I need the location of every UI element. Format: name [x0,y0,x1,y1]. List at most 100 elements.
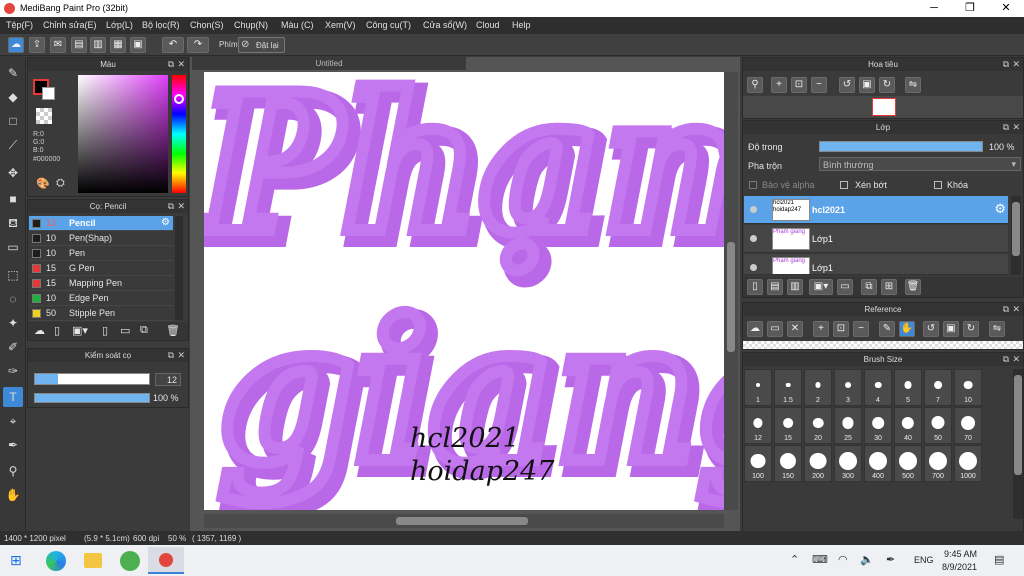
edge-browser-icon[interactable] [46,551,66,571]
undock-icon[interactable]: ⧉ [168,349,174,362]
eraser-tool-icon[interactable]: ◆ [3,87,23,107]
visibility-eye-icon[interactable] [750,206,757,213]
lock-checkbox[interactable] [934,181,942,189]
select-pen-tool-icon[interactable]: ✐ [3,337,23,357]
hand-icon[interactable]: ✋ [899,321,915,337]
pen-curve-tool-icon[interactable]: ⟋ [3,135,23,155]
brush-size-cell[interactable]: 10 [954,369,982,406]
menu-edit[interactable]: Chỉnh sửa(E) [43,20,97,30]
undock-icon[interactable]: ⧉ [1003,58,1009,71]
add-layer-dropdown-icon[interactable]: ▣▾ [809,279,833,295]
menu-tools[interactable]: Công cụ(T) [366,20,411,30]
zoom-in-icon[interactable]: + [771,77,787,93]
keyboard-icon[interactable]: ⌨ [812,553,828,566]
menu-view[interactable]: Xem(V) [325,20,356,30]
clipping-checkbox[interactable] [840,181,848,189]
close-icon[interactable]: ✕ [177,58,185,71]
trash-icon[interactable]: 🗑 [905,279,921,295]
pen-icon[interactable]: ✒ [886,553,895,566]
duplicate-layer-icon[interactable]: ⧉ [861,279,877,295]
close-icon[interactable]: ✕ [177,349,185,362]
settings-gear-icon[interactable]: ⚙ [161,217,170,228]
layer-row[interactable]: Phạm giang Lớp1 [744,225,1008,253]
navigator-preview[interactable] [743,96,1023,118]
text-tool-icon[interactable]: T [3,387,23,407]
transparent-color-swatch[interactable] [36,108,52,124]
undock-icon[interactable]: ⧉ [1003,303,1009,316]
menu-help[interactable]: Help [512,20,531,30]
new-8bit-layer-icon[interactable]: ▥ [787,279,803,295]
brush-size-cell[interactable]: 15 [774,407,802,444]
rectangle-tool-icon[interactable]: □ [3,111,23,131]
windows-start-icon[interactable]: ⊞ [10,552,22,569]
layer-list-scrollbar[interactable] [1011,196,1021,275]
brush-opacity-slider[interactable] [34,393,150,403]
hue-marker[interactable] [174,94,184,104]
close-button[interactable]: ✕ [988,0,1024,17]
comment-icon[interactable]: ✉ [50,37,66,53]
menu-color[interactable]: Màu (C) [281,20,314,30]
menu-layer[interactable]: Lớp(L) [106,20,133,30]
fit-icon[interactable]: ⊡ [791,77,807,93]
fit-icon[interactable]: ⊡ [833,321,849,337]
brush-size-cell[interactable]: 300 [834,445,862,482]
document-icon[interactable]: ▥ [90,37,106,53]
clock-time[interactable]: 9:45 AM [944,549,977,559]
undock-icon[interactable]: ⧉ [1003,121,1009,134]
minimize-button[interactable]: ─ [916,0,952,17]
reset-rotate-icon[interactable]: ▣ [943,321,959,337]
layer-scroll-thumb[interactable] [1012,202,1020,256]
select-tool-icon[interactable]: ⬚ [3,265,23,285]
zoom-icon[interactable]: ⚲ [747,77,763,93]
rotate-left-icon[interactable]: ↺ [839,77,855,93]
settings-gear-icon[interactable]: ⚙ [994,201,1006,217]
canvas-horizontal-scrollbar[interactable] [204,514,724,528]
magic-wand-tool-icon[interactable]: ✦ [3,313,23,333]
reset-rotate-icon[interactable]: ▣ [859,77,875,93]
palette-icon[interactable]: 🎨 [36,177,50,190]
menu-window[interactable]: Cửa sổ(W) [423,20,467,30]
brush-size-cell[interactable]: 25 [834,407,862,444]
brush-size-cell[interactable]: 50 [924,407,952,444]
operation-tool-icon[interactable]: ⌖ [3,411,23,431]
menu-capture[interactable]: Chụp(N) [234,20,268,30]
brush-size-cell[interactable]: 100 [744,445,772,482]
flip-icon[interactable]: ⇋ [989,321,1005,337]
chevron-up-icon[interactable]: ⌃ [790,553,799,566]
volume-icon[interactable]: 🔈 [860,553,874,566]
clock-date[interactable]: 8/9/2021 [942,562,977,572]
brush-list-scrollbar[interactable] [175,216,183,320]
menu-filter[interactable]: Bộ lọc(R) [142,20,180,30]
brush-size-cell[interactable]: 30 [864,407,892,444]
reset-button[interactable]: ⊘ Đặt lại [238,37,285,53]
brush-size-cell[interactable]: 1000 [954,445,982,482]
brush-size-cell[interactable]: 1 [744,369,772,406]
brush-size-scrollbar[interactable] [1013,369,1023,519]
vertical-scroll-thumb[interactable] [727,242,735,352]
new-brush-icon[interactable]: ▯ [54,324,60,337]
brush-size-cell[interactable]: 12 [744,407,772,444]
duplicate-icon[interactable]: ⧉ [140,324,148,337]
rotate-right-icon[interactable]: ↻ [963,321,979,337]
open-folder-icon[interactable]: ▭ [767,321,783,337]
brush-size-scroll-thumb[interactable] [1014,375,1022,475]
reference-cloud-icon[interactable]: ☁ [747,321,763,337]
layer-row[interactable]: hcl2021 hoidap247 hcl2021 ⚙ [744,196,1008,224]
hand-tool-icon[interactable]: ✋ [3,485,23,505]
maximize-button[interactable]: ❐ [952,0,988,17]
brush-item[interactable]: 10 Edge Pen [29,291,173,306]
canvas-vertical-scrollbar[interactable] [724,72,738,510]
menu-cloud[interactable]: Cloud [476,20,500,30]
close-icon[interactable]: ✕ [1012,353,1020,366]
brush-item[interactable]: 10 Pen [29,246,173,261]
menu-file[interactable]: Tệp(F) [6,20,33,30]
brush-size-cell[interactable]: 40 [894,407,922,444]
language-indicator[interactable]: ENG [914,555,934,565]
divide-tool-icon[interactable]: ✒ [3,435,23,455]
notification-icon[interactable]: ▤ [994,553,1004,566]
brush-item[interactable]: 10 Pen(Shap) [29,231,173,246]
brush-size-cell[interactable]: 500 [894,445,922,482]
rotate-right-icon[interactable]: ↻ [879,77,895,93]
wifi-icon[interactable]: ◠ [838,553,848,566]
brush-size-cell[interactable]: 5 [894,369,922,406]
